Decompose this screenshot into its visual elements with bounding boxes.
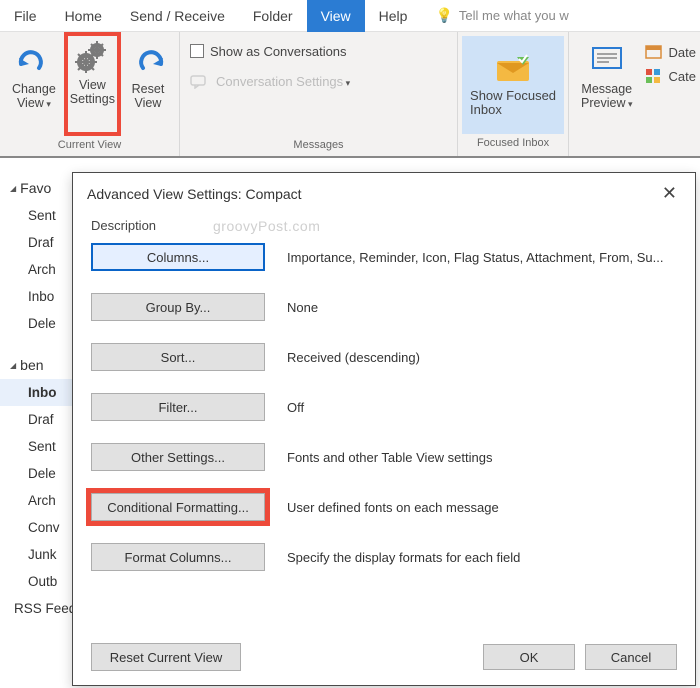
arrange-categories-label: Cate: [669, 69, 696, 84]
nav-item[interactable]: RSS Feeds: [0, 595, 72, 622]
columns-button[interactable]: Columns...: [91, 243, 265, 271]
change-view-icon: [17, 40, 51, 82]
nav-item[interactable]: Sent: [0, 202, 72, 229]
navigation-pane: Favo Sent Draf Arch Inbo Dele ben Inbo D…: [0, 158, 72, 688]
reset-view-button[interactable]: Reset View: [123, 36, 173, 136]
ribbon-group-focused: Show Focused Inbox Focused Inbox: [458, 32, 569, 156]
calendar-icon: [645, 44, 663, 60]
message-preview-button[interactable]: Message Preview: [575, 36, 639, 111]
arrange-by-date[interactable]: Date: [645, 40, 696, 64]
ribbon-group-arrangement: Message Preview Date Cate: [569, 32, 700, 156]
lightbulb-icon: [435, 7, 452, 24]
conditional-formatting-description: User defined fonts on each message: [287, 500, 677, 515]
show-focused-inbox-button[interactable]: Show Focused Inbox: [462, 36, 564, 134]
reset-view-icon: [131, 40, 165, 82]
menu-item-file[interactable]: File: [0, 0, 51, 32]
message-preview-label: Message Preview: [581, 82, 633, 111]
nav-item[interactable]: Outb: [0, 568, 72, 595]
nav-item[interactable]: Arch: [0, 487, 72, 514]
cancel-button[interactable]: Cancel: [585, 644, 677, 670]
arrangement-group-label: [634, 136, 637, 154]
focused-inbox-icon: [493, 53, 533, 85]
nav-item[interactable]: Dele: [0, 310, 72, 337]
menu-item-send-receive[interactable]: Send / Receive: [116, 0, 239, 32]
group-by-row: Group By... None: [91, 293, 677, 321]
ok-button[interactable]: OK: [483, 644, 575, 670]
focused-inbox-label: Show Focused Inbox: [470, 89, 556, 117]
dialog-title: Advanced View Settings: Compact: [87, 186, 302, 202]
columns-row: Columns... Importance, Reminder, Icon, F…: [91, 243, 677, 271]
nav-item[interactable]: Conv: [0, 514, 72, 541]
reset-view-label: Reset View: [132, 82, 165, 110]
conversation-icon: [190, 73, 210, 89]
current-view-group-label: Current View: [58, 136, 121, 154]
close-icon[interactable]: ✕: [656, 181, 683, 206]
conditional-formatting-row: Conditional Formatting... User defined f…: [91, 493, 677, 521]
ribbon-group-messages: Show as Conversations Conversation Setti…: [180, 32, 458, 156]
nav-item[interactable]: Draf: [0, 229, 72, 256]
dialog-title-bar: Advanced View Settings: Compact ✕: [73, 173, 695, 212]
nav-favorites-header[interactable]: Favo: [0, 174, 72, 202]
tell-me-placeholder: Tell me what you w: [459, 8, 569, 23]
change-view-button[interactable]: Change View: [6, 36, 62, 136]
nav-item-inbox[interactable]: Inbo: [0, 379, 72, 406]
nav-item[interactable]: Draf: [0, 406, 72, 433]
nav-item[interactable]: Junk: [0, 541, 72, 568]
filter-row: Filter... Off: [91, 393, 677, 421]
arrange-date-label: Date: [669, 45, 696, 60]
focused-inbox-group-label: Focused Inbox: [477, 134, 549, 152]
tell-me-search[interactable]: Tell me what you w: [421, 7, 568, 24]
view-settings-label: View Settings: [70, 78, 115, 106]
other-settings-description: Fonts and other Table View settings: [287, 450, 677, 465]
sort-row: Sort... Received (descending): [91, 343, 677, 371]
filter-button[interactable]: Filter...: [91, 393, 265, 421]
message-preview-icon: [589, 40, 625, 82]
nav-item[interactable]: Sent: [0, 433, 72, 460]
filter-description: Off: [287, 400, 677, 415]
other-settings-button[interactable]: Other Settings...: [91, 443, 265, 471]
columns-description: Importance, Reminder, Icon, Flag Status,…: [287, 250, 677, 265]
advanced-view-settings-dialog: Advanced View Settings: Compact ✕ Descri…: [72, 172, 696, 686]
menu-item-view[interactable]: View: [307, 0, 365, 32]
gear-icon: [72, 36, 112, 78]
sort-button[interactable]: Sort...: [91, 343, 265, 371]
group-by-description: None: [287, 300, 677, 315]
dialog-footer: Reset Current View OK Cancel: [73, 633, 695, 685]
messages-group-label: Messages: [293, 136, 343, 154]
description-label: Description: [91, 218, 677, 233]
checkbox-icon: [190, 44, 204, 58]
change-view-label: Change View: [12, 82, 56, 111]
sort-description: Received (descending): [287, 350, 677, 365]
dialog-body: Description groovyPost.com Columns... Im…: [73, 212, 695, 633]
arrange-by-categories[interactable]: Cate: [645, 64, 696, 88]
categories-icon: [645, 68, 663, 84]
menu-item-folder[interactable]: Folder: [239, 0, 307, 32]
show-as-conversations-checkbox[interactable]: Show as Conversations: [190, 38, 447, 64]
menu-item-home[interactable]: Home: [51, 0, 116, 32]
other-settings-row: Other Settings... Fonts and other Table …: [91, 443, 677, 471]
conversation-settings-button: Conversation Settings: [190, 68, 447, 94]
view-settings-button[interactable]: View Settings: [64, 32, 121, 136]
format-columns-button[interactable]: Format Columns...: [91, 543, 265, 571]
nav-item[interactable]: Inbo: [0, 283, 72, 310]
nav-account-header[interactable]: ben: [0, 351, 72, 379]
nav-item[interactable]: Dele: [0, 460, 72, 487]
show-as-conversations-label: Show as Conversations: [210, 44, 347, 59]
menu-item-help[interactable]: Help: [365, 0, 422, 32]
nav-item[interactable]: Arch: [0, 256, 72, 283]
reset-current-view-button[interactable]: Reset Current View: [91, 643, 241, 671]
conversation-settings-label: Conversation Settings: [216, 74, 350, 89]
format-columns-row: Format Columns... Specify the display fo…: [91, 543, 677, 571]
conditional-formatting-button[interactable]: Conditional Formatting...: [91, 493, 265, 521]
format-columns-description: Specify the display formats for each fie…: [287, 550, 677, 565]
ribbon-group-current-view: Change View View Settings: [0, 32, 180, 156]
ribbon: Change View View Settings: [0, 32, 700, 158]
group-by-button[interactable]: Group By...: [91, 293, 265, 321]
menu-bar: File Home Send / Receive Folder View Hel…: [0, 0, 700, 32]
